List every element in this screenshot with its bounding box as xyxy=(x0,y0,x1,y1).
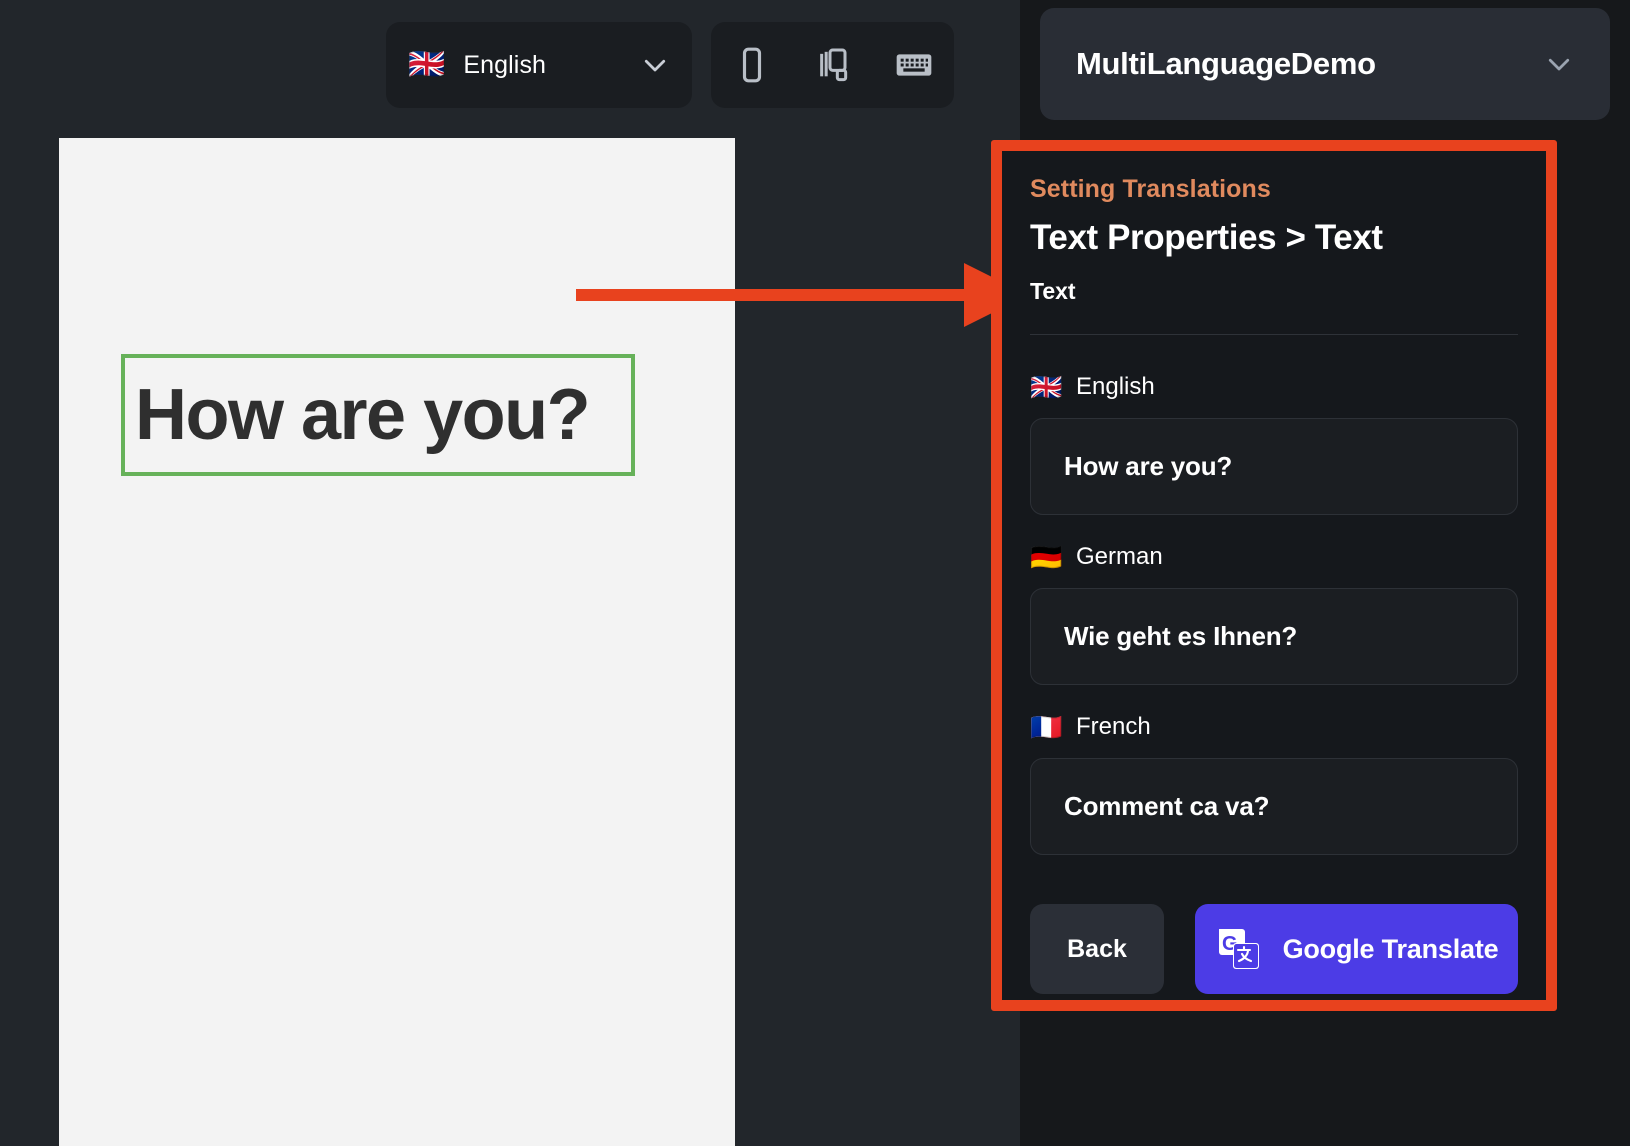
panel-actions: Back G Google Translate xyxy=(1030,904,1518,994)
translation-list: 🇬🇧 English How are you? 🇩🇪 German Wie ge… xyxy=(1030,335,1518,855)
google-translate-icon: G xyxy=(1215,925,1263,973)
germany-flag-icon: 🇩🇪 xyxy=(1030,542,1063,572)
language-selector-label: English xyxy=(463,50,547,79)
translation-value: How are you? xyxy=(1064,451,1233,481)
translation-value: Wie geht es Ihnen? xyxy=(1064,621,1298,651)
canvas-text: How are you? xyxy=(135,375,591,455)
google-translate-button[interactable]: G Google Translate xyxy=(1195,904,1518,994)
project-name: MultiLanguageDemo xyxy=(1076,46,1376,81)
uk-flag-icon: 🇬🇧 xyxy=(1030,372,1063,402)
translation-value: Comment ca va? xyxy=(1064,791,1270,821)
back-button[interactable]: Back xyxy=(1030,904,1164,994)
device-preview-toolbar xyxy=(711,22,954,108)
translations-highlight-box: Setting Translations Text Properties > T… xyxy=(991,140,1557,1011)
uk-flag-icon: 🇬🇧 xyxy=(408,48,446,81)
selected-text-element[interactable]: How are you? xyxy=(121,354,635,476)
keyboard-icon[interactable] xyxy=(886,37,942,93)
google-translate-label: Google Translate xyxy=(1282,933,1499,964)
chevron-down-icon xyxy=(640,50,670,80)
section-kicker: Setting Translations xyxy=(1030,175,1271,203)
chevron-down-icon xyxy=(1544,49,1574,79)
phone-icon[interactable] xyxy=(724,37,780,93)
translation-language-label: English xyxy=(1076,373,1155,400)
translation-row-header: 🇫🇷 French xyxy=(1030,713,1518,741)
translation-item-german: 🇩🇪 German Wie geht es Ihnen? xyxy=(1030,543,1518,685)
app-root: 🇬🇧 English How are you? MultiLanguageDem… xyxy=(0,0,1630,1146)
property-label: Text xyxy=(1030,278,1076,304)
translation-item-french: 🇫🇷 French Comment ca va? xyxy=(1030,713,1518,855)
translation-input-german[interactable]: Wie geht es Ihnen? xyxy=(1030,588,1518,685)
translation-input-english[interactable]: How are you? xyxy=(1030,418,1518,515)
translation-item-english: 🇬🇧 English How are you? xyxy=(1030,373,1518,515)
language-selector[interactable]: 🇬🇧 English xyxy=(386,22,692,108)
translations-section: Setting Translations Text Properties > T… xyxy=(1002,151,1546,1000)
translation-row-header: 🇩🇪 German xyxy=(1030,543,1518,571)
translation-language-label: German xyxy=(1076,543,1163,570)
annotation-arrow xyxy=(576,263,1028,327)
project-selector[interactable]: MultiLanguageDemo xyxy=(1040,8,1610,120)
responsive-devices-icon[interactable] xyxy=(805,37,861,93)
breadcrumb: Text Properties > Text xyxy=(1030,218,1383,257)
translation-row-header: 🇬🇧 English xyxy=(1030,373,1518,401)
translation-language-label: French xyxy=(1076,713,1151,740)
translation-input-french[interactable]: Comment ca va? xyxy=(1030,758,1518,855)
france-flag-icon: 🇫🇷 xyxy=(1030,712,1063,742)
